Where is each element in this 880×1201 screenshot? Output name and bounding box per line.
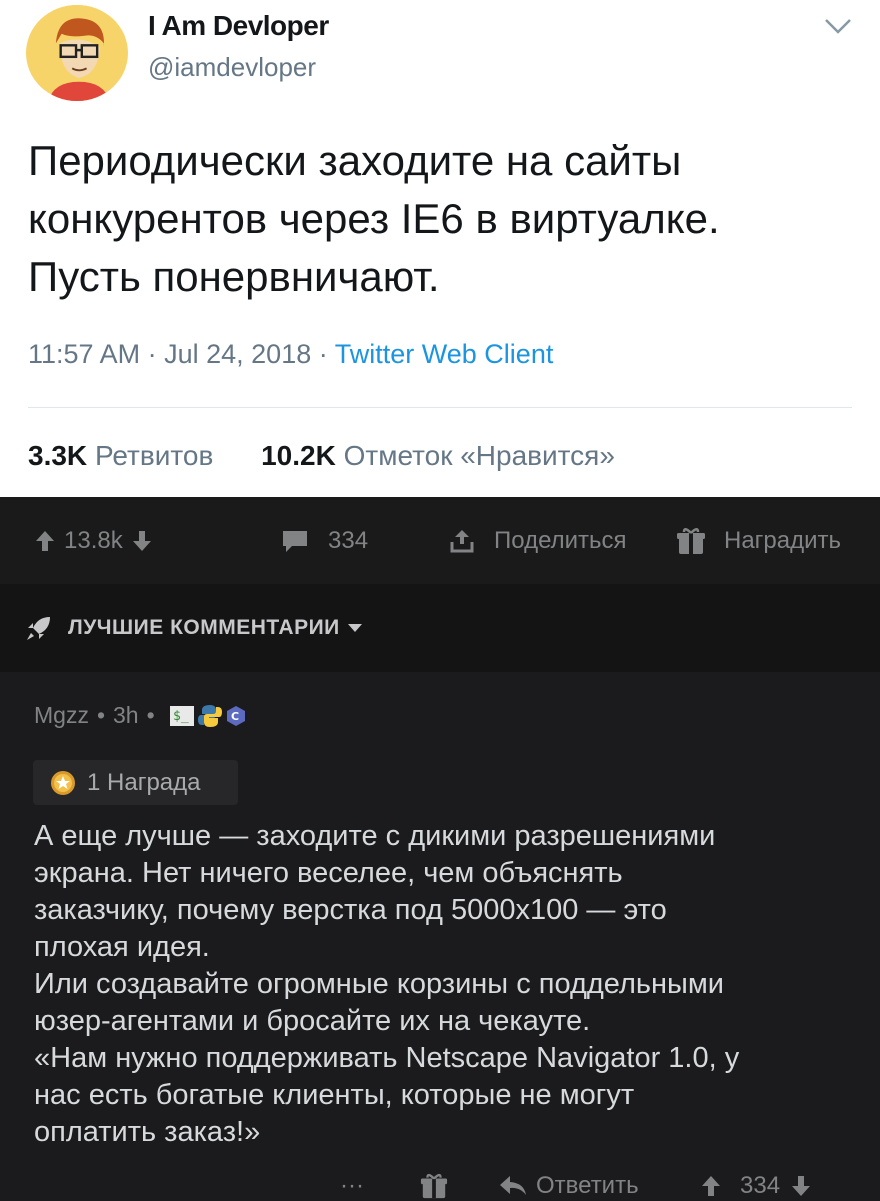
- likes-label: Отметок «Нравится»: [343, 440, 615, 471]
- gift-icon: [420, 1173, 448, 1199]
- award-text: 1 Награда: [87, 768, 201, 796]
- reply-label: Ответить: [536, 1172, 639, 1199]
- comment-body: А еще лучше — заходите с дикими разрешен…: [34, 818, 864, 1151]
- upvote-icon[interactable]: [34, 529, 56, 553]
- post-action-bar: 13.8k 334 Поделиться Наградить: [0, 497, 880, 584]
- comment-line: А еще лучше — заходите с дикими разрешен…: [34, 820, 716, 852]
- comment-actions: ··· Ответить 334: [0, 1166, 880, 1201]
- comments-button[interactable]: 334: [280, 497, 368, 584]
- tweet-client-link[interactable]: Twitter Web Client: [335, 339, 554, 369]
- reply-button[interactable]: Ответить: [498, 1166, 639, 1201]
- comments-sort-button[interactable]: ЛУЧШИЕ КОММЕНТАРИИ: [24, 584, 364, 672]
- retweets-stat[interactable]: 3.3K Ретвитов: [28, 440, 221, 471]
- comment-line: заказчику, почему верстка под 5000x100 —…: [34, 894, 667, 926]
- downvote-icon[interactable]: [790, 1174, 812, 1198]
- author-handle[interactable]: @iamdevloper: [148, 52, 316, 83]
- tweet-time[interactable]: 11:57 AM: [28, 339, 140, 369]
- likes-stat[interactable]: 10.2K Отметок «Нравится»: [261, 440, 615, 471]
- tweet-card: I Am Devloper @iamdevloper Периодически …: [0, 0, 880, 497]
- comments-count: 334: [328, 526, 369, 554]
- gift-icon: [677, 527, 705, 554]
- author-name[interactable]: I Am Devloper: [148, 10, 329, 42]
- svg-text:$_: $_: [173, 709, 189, 724]
- comment-score: 334: [740, 1172, 781, 1199]
- comments-sort-bar: ЛУЧШИЕ КОММЕНТАРИИ: [0, 584, 880, 672]
- comment-author[interactable]: Mgzz: [34, 702, 89, 729]
- comment-icon: [283, 530, 307, 552]
- share-label: Поделиться: [494, 526, 627, 554]
- meta-separator: ·: [147, 339, 157, 369]
- comment-line: нас есть богатые клиенты, которые не мог…: [34, 1079, 635, 1111]
- share-button[interactable]: Поделиться: [448, 497, 627, 584]
- post-score: 13.8k: [64, 526, 123, 554]
- tweet-text-line: Периодически заходите на сайты: [28, 137, 682, 184]
- downvote-icon[interactable]: [131, 529, 153, 553]
- tweet-text-line: Пусть понервничают.: [28, 253, 440, 300]
- meta-dot: •: [96, 702, 106, 728]
- user-flair: $_ C: [169, 703, 247, 729]
- rocket-icon: [27, 617, 50, 640]
- divider: [28, 407, 852, 408]
- share-icon: [450, 529, 474, 552]
- chevron-down-icon[interactable]: [822, 14, 854, 38]
- comment-award-button[interactable]: [420, 1166, 448, 1201]
- avatar-image: [29, 5, 125, 101]
- comment: Mgzz • 3h • $_ C 1 Награда А еще лучше —…: [0, 672, 880, 1201]
- c-lang-flair-icon: C: [226, 705, 245, 726]
- more-button[interactable]: ···: [340, 1166, 364, 1201]
- svg-text:C: C: [231, 710, 239, 723]
- likes-count: 10.2K: [261, 440, 336, 471]
- comment-meta: Mgzz • 3h • $_ C: [34, 702, 247, 729]
- comment-line: экрана. Нет ничего веселее, чем объяснят…: [34, 857, 623, 889]
- meta-separator: ·: [318, 339, 328, 369]
- tweet-date[interactable]: Jul 24, 2018: [164, 339, 311, 369]
- award-label: Наградить: [724, 526, 842, 554]
- tweet-text: Периодически заходите на сайты конкурент…: [28, 132, 858, 306]
- comments-sort-label: ЛУЧШИЕ КОММЕНТАРИИ: [68, 616, 340, 639]
- upvote-icon[interactable]: [700, 1174, 722, 1198]
- comment-line: оплатить заказ!»: [34, 1116, 261, 1148]
- comment-age: 3h: [113, 702, 139, 728]
- award-chip[interactable]: 1 Награда: [33, 760, 238, 805]
- retweets-count: 3.3K: [28, 440, 88, 471]
- tweet-meta: 11:57 AM · Jul 24, 2018 · Twitter Web Cl…: [28, 339, 553, 370]
- caret-down-icon: [347, 624, 362, 632]
- meta-dot: •: [146, 702, 155, 728]
- tweet-stats: 3.3K Ретвитов 10.2K Отметок «Нравится»: [28, 440, 655, 472]
- comment-line: плохая идея.: [34, 931, 210, 963]
- avatar[interactable]: [26, 5, 128, 101]
- tweet-text-line: конкурентов через IE6 в виртуалке.: [28, 195, 720, 242]
- more-label: ···: [340, 1172, 364, 1199]
- vote-group: 13.8k: [34, 497, 153, 584]
- comment-line: юзер-агентами и бросайте их на чекауте.: [34, 1005, 591, 1037]
- retweets-label: Ретвитов: [94, 440, 214, 471]
- terminal-flair-icon: $_: [169, 705, 194, 726]
- award-icon: [51, 770, 75, 795]
- comment-line: Или создавайте огромные корзины с поддел…: [34, 968, 724, 1000]
- award-button[interactable]: Наградить: [676, 497, 841, 584]
- comment-vote-group: 334: [700, 1166, 812, 1201]
- python-flair-icon: [197, 704, 222, 727]
- reply-icon: [500, 1176, 526, 1195]
- comment-line: «Нам нужно поддерживать Netscape Navigat…: [34, 1042, 740, 1074]
